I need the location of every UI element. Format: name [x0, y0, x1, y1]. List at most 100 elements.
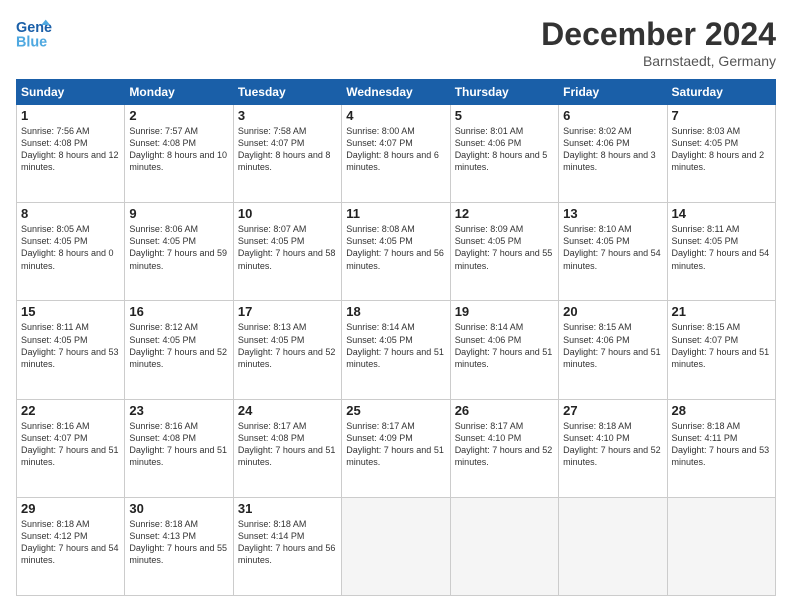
week-row: 29Sunrise: 8:18 AMSunset: 4:12 PMDayligh… — [17, 497, 776, 595]
table-row: 14 Sunrise: 8:11 AMSunset: 4:05 PMDayligh… — [667, 203, 775, 301]
cell-content: Sunrise: 7:58 AMSunset: 4:07 PMDaylight:… — [238, 125, 337, 174]
table-row: 26 Sunrise: 8:17 AMSunset: 4:10 PMDayligh… — [450, 399, 558, 497]
cell-content: Sunrise: 8:09 AMSunset: 4:05 PMDaylight:… — [455, 223, 554, 272]
logo-icon: General Blue — [16, 16, 52, 52]
table-row: 23 Sunrise: 8:16 AMSunset: 4:08 PMDayligh… — [125, 399, 233, 497]
cell-content: Sunrise: 8:14 AMSunset: 4:06 PMDaylight:… — [455, 321, 554, 370]
day-number: 18 — [346, 304, 445, 319]
col-tuesday: Tuesday — [233, 80, 341, 105]
day-number: 2 — [129, 108, 228, 123]
month-title: December 2024 — [541, 16, 776, 53]
day-number: 27 — [563, 403, 662, 418]
day-number: 9 — [129, 206, 228, 221]
table-row: 20 Sunrise: 8:15 AMSunset: 4:06 PMDayligh… — [559, 301, 667, 399]
day-number: 17 — [238, 304, 337, 319]
col-thursday: Thursday — [450, 80, 558, 105]
day-number: 29 — [21, 501, 120, 516]
day-number: 24 — [238, 403, 337, 418]
cell-content: Sunrise: 8:16 AMSunset: 4:07 PMDaylight:… — [21, 420, 120, 469]
table-row: 8 Sunrise: 8:05 AMSunset: 4:05 PMDaylight… — [17, 203, 125, 301]
table-row: 24Sunrise: 8:17 AMSunset: 4:08 PMDayligh… — [233, 399, 341, 497]
table-row: 22 Sunrise: 8:16 AMSunset: 4:07 PMDayligh… — [17, 399, 125, 497]
table-row: 29Sunrise: 8:18 AMSunset: 4:12 PMDayligh… — [17, 497, 125, 595]
table-row: 3Sunrise: 7:58 AMSunset: 4:07 PMDaylight… — [233, 105, 341, 203]
day-number: 21 — [672, 304, 771, 319]
day-number: 31 — [238, 501, 337, 516]
cell-content: Sunrise: 8:15 AMSunset: 4:07 PMDaylight:… — [672, 321, 771, 370]
cell-content: Sunrise: 8:11 AMSunset: 4:05 PMDaylight:… — [672, 223, 771, 272]
title-block: December 2024 Barnstaedt, Germany — [541, 16, 776, 69]
day-number: 10 — [238, 206, 337, 221]
logo: General Blue — [16, 16, 56, 52]
day-number: 16 — [129, 304, 228, 319]
day-number: 30 — [129, 501, 228, 516]
week-row: 1Sunrise: 7:56 AMSunset: 4:08 PMDaylight… — [17, 105, 776, 203]
table-row: 28Sunrise: 8:18 AMSunset: 4:11 PMDayligh… — [667, 399, 775, 497]
table-row — [342, 497, 450, 595]
cell-content: Sunrise: 8:12 AMSunset: 4:05 PMDaylight:… — [129, 321, 228, 370]
table-row — [450, 497, 558, 595]
day-number: 11 — [346, 206, 445, 221]
day-number: 7 — [672, 108, 771, 123]
cell-content: Sunrise: 8:08 AMSunset: 4:05 PMDaylight:… — [346, 223, 445, 272]
cell-content: Sunrise: 8:01 AMSunset: 4:06 PMDaylight:… — [455, 125, 554, 174]
cell-content: Sunrise: 8:16 AMSunset: 4:08 PMDaylight:… — [129, 420, 228, 469]
day-number: 20 — [563, 304, 662, 319]
day-number: 4 — [346, 108, 445, 123]
cell-content: Sunrise: 8:18 AMSunset: 4:13 PMDaylight:… — [129, 518, 228, 567]
table-row: 27 Sunrise: 8:18 AMSunset: 4:10 PMDayligh… — [559, 399, 667, 497]
day-number: 26 — [455, 403, 554, 418]
col-saturday: Saturday — [667, 80, 775, 105]
table-row: 31 Sunrise: 8:18 AMSunset: 4:14 PMDayligh… — [233, 497, 341, 595]
day-number: 25 — [346, 403, 445, 418]
table-row: 21 Sunrise: 8:15 AMSunset: 4:07 PMDayligh… — [667, 301, 775, 399]
cell-content: Sunrise: 8:13 AMSunset: 4:05 PMDaylight:… — [238, 321, 337, 370]
cell-content: Sunrise: 8:18 AMSunset: 4:11 PMDaylight:… — [672, 420, 771, 469]
table-row — [667, 497, 775, 595]
cell-content: Sunrise: 8:15 AMSunset: 4:06 PMDaylight:… — [563, 321, 662, 370]
col-monday: Monday — [125, 80, 233, 105]
cell-content: Sunrise: 8:18 AMSunset: 4:14 PMDaylight:… — [238, 518, 337, 567]
table-row: 4 Sunrise: 8:00 AMSunset: 4:07 PMDaylight… — [342, 105, 450, 203]
col-sunday: Sunday — [17, 80, 125, 105]
cell-content: Sunrise: 8:10 AMSunset: 4:05 PMDaylight:… — [563, 223, 662, 272]
table-row: 12 Sunrise: 8:09 AMSunset: 4:05 PMDayligh… — [450, 203, 558, 301]
cell-content: Sunrise: 8:03 AMSunset: 4:05 PMDaylight:… — [672, 125, 771, 174]
table-row: 15Sunrise: 8:11 AMSunset: 4:05 PMDayligh… — [17, 301, 125, 399]
table-row: 16 Sunrise: 8:12 AMSunset: 4:05 PMDayligh… — [125, 301, 233, 399]
day-number: 12 — [455, 206, 554, 221]
table-row: 13 Sunrise: 8:10 AMSunset: 4:05 PMDayligh… — [559, 203, 667, 301]
day-number: 13 — [563, 206, 662, 221]
table-row: 10Sunrise: 8:07 AMSunset: 4:05 PMDayligh… — [233, 203, 341, 301]
day-number: 14 — [672, 206, 771, 221]
table-row: 5Sunrise: 8:01 AMSunset: 4:06 PMDaylight… — [450, 105, 558, 203]
cell-content: Sunrise: 8:17 AMSunset: 4:09 PMDaylight:… — [346, 420, 445, 469]
svg-text:Blue: Blue — [16, 35, 47, 51]
table-row: 11 Sunrise: 8:08 AMSunset: 4:05 PMDayligh… — [342, 203, 450, 301]
cell-content: Sunrise: 7:57 AMSunset: 4:08 PMDaylight:… — [129, 125, 228, 174]
day-number: 22 — [21, 403, 120, 418]
table-row: 25 Sunrise: 8:17 AMSunset: 4:09 PMDayligh… — [342, 399, 450, 497]
col-friday: Friday — [559, 80, 667, 105]
calendar-table: Sunday Monday Tuesday Wednesday Thursday… — [16, 79, 776, 596]
table-row: 19Sunrise: 8:14 AMSunset: 4:06 PMDayligh… — [450, 301, 558, 399]
cell-content: Sunrise: 8:18 AMSunset: 4:10 PMDaylight:… — [563, 420, 662, 469]
table-row: 18Sunrise: 8:14 AMSunset: 4:05 PMDayligh… — [342, 301, 450, 399]
week-row: 22 Sunrise: 8:16 AMSunset: 4:07 PMDayligh… — [17, 399, 776, 497]
week-row: 8 Sunrise: 8:05 AMSunset: 4:05 PMDaylight… — [17, 203, 776, 301]
day-number: 23 — [129, 403, 228, 418]
table-row: 2 Sunrise: 7:57 AMSunset: 4:08 PMDaylight… — [125, 105, 233, 203]
page: General Blue December 2024 Barnstaedt, G… — [0, 0, 792, 612]
cell-content: Sunrise: 8:00 AMSunset: 4:07 PMDaylight:… — [346, 125, 445, 174]
week-row: 15Sunrise: 8:11 AMSunset: 4:05 PMDayligh… — [17, 301, 776, 399]
cell-content: Sunrise: 8:06 AMSunset: 4:05 PMDaylight:… — [129, 223, 228, 272]
day-number: 8 — [21, 206, 120, 221]
cell-content: Sunrise: 7:56 AMSunset: 4:08 PMDaylight:… — [21, 125, 120, 174]
table-row: 7 Sunrise: 8:03 AMSunset: 4:05 PMDaylight… — [667, 105, 775, 203]
table-row: 30 Sunrise: 8:18 AMSunset: 4:13 PMDayligh… — [125, 497, 233, 595]
day-number: 15 — [21, 304, 120, 319]
cell-content: Sunrise: 8:05 AMSunset: 4:05 PMDaylight:… — [21, 223, 120, 272]
day-number: 6 — [563, 108, 662, 123]
cell-content: Sunrise: 8:17 AMSunset: 4:10 PMDaylight:… — [455, 420, 554, 469]
table-row: 17 Sunrise: 8:13 AMSunset: 4:05 PMDayligh… — [233, 301, 341, 399]
